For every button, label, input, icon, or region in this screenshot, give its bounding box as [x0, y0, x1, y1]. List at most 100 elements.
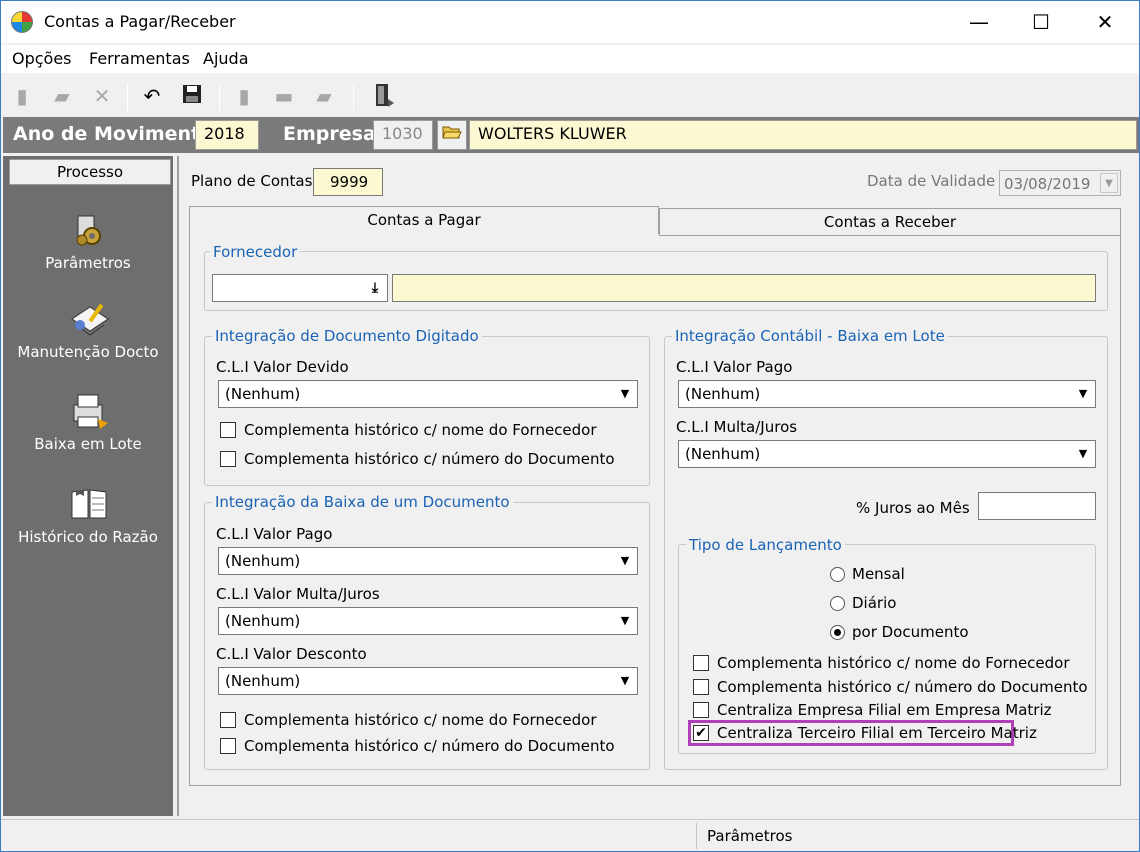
contabil-valor-pago-select[interactable]: (Nenhum) ▼: [678, 380, 1096, 408]
checkbox-centraliza-empresa[interactable]: [693, 702, 709, 718]
checkbox-label: Complementa histórico c/ nome do Fornece…: [244, 711, 597, 729]
fornecedor-code-field[interactable]: ⤓: [212, 274, 388, 302]
checkbox-tipo-nome-fornecedor[interactable]: [693, 655, 709, 671]
plano-contas-field[interactable]: 9999: [313, 168, 383, 196]
print-icon[interactable]: ▬: [271, 83, 297, 109]
menu-ajuda[interactable]: Ajuda: [203, 49, 249, 68]
contabil-multa-select[interactable]: (Nenhum) ▼: [678, 440, 1096, 468]
application-window: Contas a Pagar/Receber — ☐ ✕ Opções Ferr…: [0, 0, 1140, 852]
sidebar-item-label: Baixa em Lote: [34, 435, 142, 453]
chevron-down-icon: ▼: [620, 554, 630, 567]
app-logo-icon: [11, 11, 33, 33]
sidebar: Processo Parâmetros Manutenção Docto Bai…: [3, 156, 173, 816]
open-folder-button[interactable]: [437, 120, 467, 150]
chevron-down-icon: ▼: [1100, 173, 1118, 193]
chevron-down-icon: ▼: [620, 387, 630, 400]
chevron-down-icon: ▼: [620, 614, 630, 627]
sidebar-item-label: Parâmetros: [45, 254, 131, 272]
sidebar-item-label: Histórico do Razão: [18, 528, 158, 546]
chevron-down-icon: ▼: [1078, 447, 1088, 460]
sidebar-item-label: Manutenção Docto: [17, 343, 159, 361]
chevron-down-icon: ▼: [1078, 387, 1088, 400]
new-document-icon[interactable]: ▮: [9, 83, 35, 109]
fornecedor-title: Fornecedor: [210, 243, 301, 261]
toolbar: ▮ ▰ ✕ ↶ ▮ ▬ ▰: [1, 77, 1139, 117]
juros-mes-label: % Juros ao Mês: [856, 499, 970, 517]
radio-label: por Documento: [852, 623, 969, 641]
checkbox-label: Complementa histórico c/ número do Docum…: [244, 737, 615, 755]
edit-document-icon[interactable]: ▰: [49, 83, 75, 109]
radio-label: Mensal: [852, 565, 905, 583]
gears-icon: [68, 212, 108, 248]
report-icon[interactable]: ▮: [231, 83, 257, 109]
checkbox-baixa-nome-fornecedor[interactable]: [220, 712, 236, 728]
checkbox-centraliza-terceiro[interactable]: ✔: [693, 725, 709, 741]
header-bar: Ano de Movimento 2018 Empresa 1030 WOLTE…: [3, 117, 1139, 153]
baixa-valor-pago-select[interactable]: (Nenhum) ▼: [218, 547, 638, 575]
sidebar-item-historico[interactable]: Histórico do Razão: [3, 486, 173, 546]
save-icon[interactable]: [179, 83, 205, 109]
status-right: Parâmetros: [707, 827, 793, 845]
processo-button[interactable]: Processo: [9, 159, 171, 185]
tab-page: Fornecedor ⤓ Integração de Documento Dig…: [189, 234, 1121, 786]
integracao-documento-title: Integração de Documento Digitado: [212, 327, 482, 345]
integracao-baixa-title: Integração da Baixa de um Documento: [212, 493, 513, 511]
contabil-valor-pago-label: C.L.I Valor Pago: [676, 358, 793, 376]
toolbar-separator: [127, 83, 128, 111]
book-icon: [68, 486, 108, 522]
tab-contas-pagar[interactable]: Contas a Pagar: [189, 206, 659, 234]
empresa-code-field[interactable]: 1030: [373, 120, 433, 150]
juros-mes-field[interactable]: [978, 492, 1096, 520]
ano-movimento-field[interactable]: 2018: [195, 120, 259, 150]
radio-mensal[interactable]: [830, 567, 845, 582]
data-validade-label: Data de Validade: [867, 172, 996, 190]
baixa-multa-select[interactable]: (Nenhum) ▼: [218, 607, 638, 635]
sidebar-item-baixa-lote[interactable]: Baixa em Lote: [3, 393, 173, 453]
maximize-button[interactable]: ☐: [1010, 1, 1072, 43]
sidebar-item-manutencao[interactable]: Manutenção Docto: [3, 301, 173, 361]
fornecedor-name-field[interactable]: [392, 274, 1096, 302]
minimize-button[interactable]: —: [948, 1, 1010, 43]
empresa-label: Empresa: [283, 123, 376, 145]
delete-icon[interactable]: ✕: [89, 83, 115, 109]
radio-label: Diário: [852, 594, 897, 612]
checkbox-label: Complementa histórico c/ nome do Fornece…: [244, 421, 597, 439]
baixa-multa-label: C.L.I Valor Multa/Juros: [216, 585, 380, 603]
contabil-multa-label: C.L.I Multa/Juros: [676, 418, 798, 436]
main-panel: Plano de Contas 9999 Data de Validade 03…: [177, 156, 1139, 816]
checkbox-label: Complementa histórico c/ número do Docum…: [717, 678, 1088, 696]
toolbar-separator: [219, 83, 220, 111]
ano-movimento-label: Ano de Movimento: [13, 123, 214, 145]
menu-ferramentas[interactable]: Ferramentas: [89, 49, 190, 68]
open-folder-icon: [442, 126, 462, 139]
checkbox-label: Complementa histórico c/ nome do Fornece…: [717, 654, 1070, 672]
export-icon[interactable]: ▰: [311, 83, 337, 109]
checkbox-baixa-numero-documento[interactable]: [220, 738, 236, 754]
menu-bar: Opções Ferramentas Ajuda: [1, 45, 1139, 73]
checkbox-doc-nome-fornecedor[interactable]: [220, 422, 236, 438]
printer-icon: [68, 393, 108, 429]
exit-door-icon[interactable]: [371, 83, 397, 109]
checkbox-doc-numero-documento[interactable]: [220, 451, 236, 467]
radio-diario[interactable]: [830, 596, 845, 611]
checkbox-tipo-numero-documento[interactable]: [693, 679, 709, 695]
tab-contas-receber[interactable]: Contas a Receber: [659, 208, 1121, 236]
window-title: Contas a Pagar/Receber: [44, 12, 236, 31]
document-edit-icon: [68, 301, 109, 337]
integracao-contabil-title: Integração Contábil - Baixa em Lote: [672, 327, 948, 345]
sidebar-item-parametros[interactable]: Parâmetros: [3, 212, 173, 272]
baixa-desconto-select[interactable]: (Nenhum) ▼: [218, 667, 638, 695]
checkbox-label: Complementa histórico c/ número do Docum…: [244, 450, 615, 468]
status-bar: Parâmetros: [1, 819, 1139, 851]
download-arrow-icon[interactable]: ⤓: [365, 277, 385, 299]
cli-valor-devido-label: C.L.I Valor Devido: [216, 358, 349, 376]
menu-opcoes[interactable]: Opções: [12, 49, 72, 68]
close-button[interactable]: ✕: [1074, 1, 1136, 43]
checkbox-label: Centraliza Terceiro Filial em Terceiro M…: [717, 724, 1037, 742]
status-left: [3, 823, 697, 849]
undo-icon[interactable]: ↶: [139, 83, 165, 109]
checkbox-label: Centraliza Empresa Filial em Empresa Mat…: [717, 701, 1052, 719]
chevron-down-icon: ▼: [620, 674, 630, 687]
radio-por-documento[interactable]: [830, 625, 845, 640]
cli-valor-devido-select[interactable]: (Nenhum) ▼: [218, 380, 638, 408]
